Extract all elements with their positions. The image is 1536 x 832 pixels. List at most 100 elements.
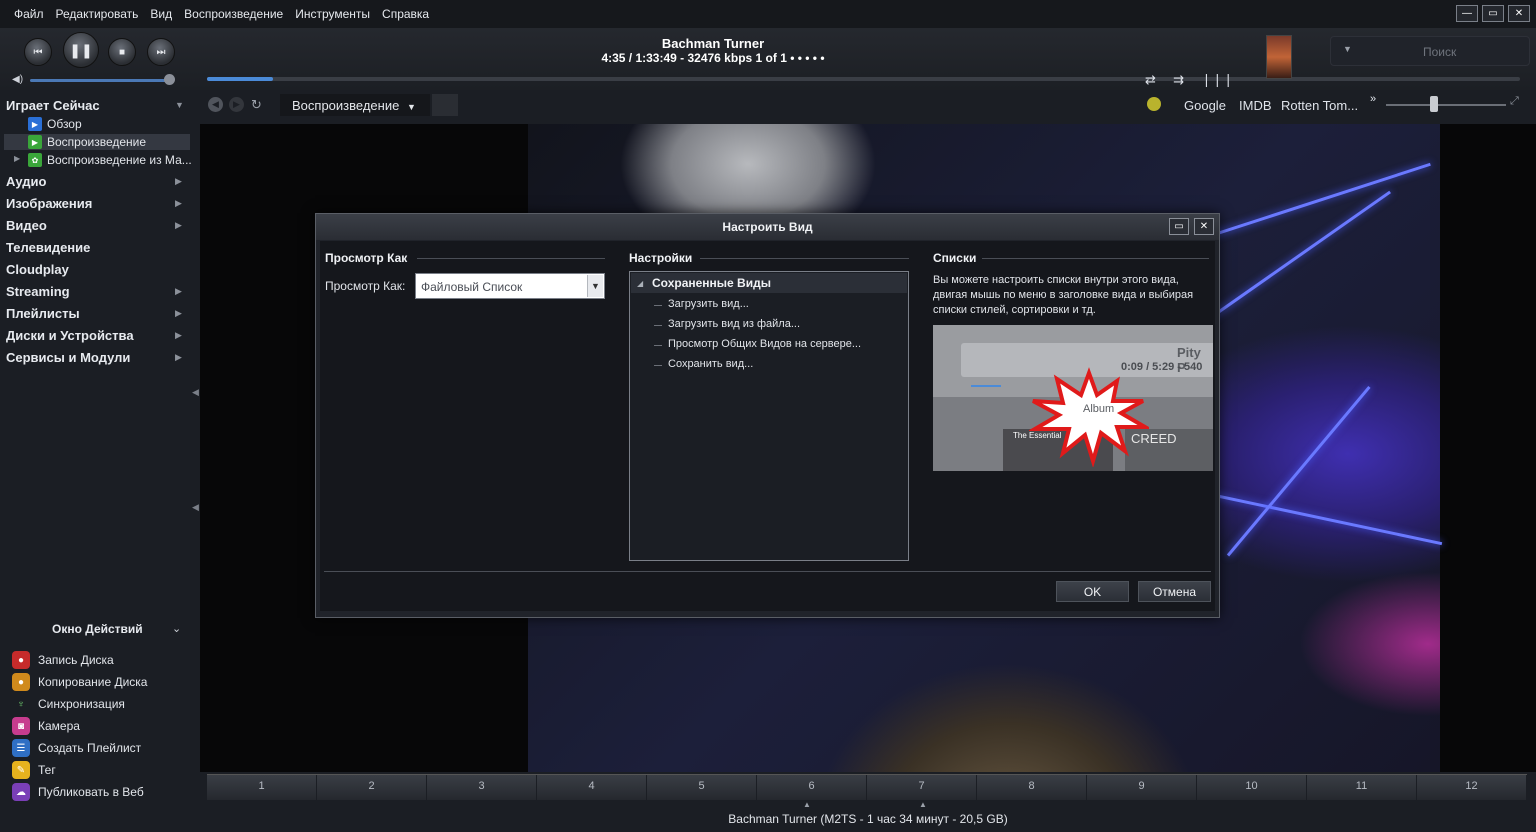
sidebar-item-playback-from[interactable]: ✿ Воспроизведение из Ма...: [28, 153, 192, 167]
action-copy-disc[interactable]: ● Копирование Диска: [12, 673, 147, 691]
chapter-marker[interactable]: 1: [207, 775, 317, 800]
equalizer-icon[interactable]: ❘❘❘: [1201, 72, 1234, 88]
saved-views-node[interactable]: ◢ Сохраненные Виды: [631, 273, 907, 293]
browse-shared-views-item[interactable]: Просмотр Общих Видов на сервере...: [668, 338, 861, 350]
status-dot-icon[interactable]: [1147, 97, 1161, 111]
dialog-separator: [324, 571, 1211, 572]
menu-playback[interactable]: Воспроизведение: [184, 7, 283, 21]
refresh-icon[interactable]: ↻: [249, 97, 264, 112]
chapter-marker[interactable]: 12: [1417, 775, 1527, 800]
volume-icon: ◀): [12, 74, 24, 85]
sidebar-item-playlists[interactable]: Плейлисты: [6, 306, 80, 321]
volume-knob[interactable]: [164, 74, 175, 85]
view-tab-label: Воспроизведение: [292, 98, 400, 113]
stop-button[interactable]: ■: [108, 38, 136, 66]
sidebar-item-playback[interactable]: ▶ Воспроизведение: [28, 135, 146, 149]
action-sync[interactable]: ♆ Синхронизация: [12, 695, 125, 713]
sidebar-item-tv[interactable]: Телевидение: [6, 240, 90, 255]
album-art-thumbnail[interactable]: [1266, 35, 1292, 79]
link-rotten-tomatoes[interactable]: Rotten Tom...: [1281, 98, 1358, 113]
collapse-actions-icon[interactable]: ◀: [192, 502, 199, 513]
forward-icon[interactable]: ▶: [229, 97, 244, 112]
next-button[interactable]: ⏭: [147, 38, 175, 66]
expand-triangle-icon[interactable]: ◢: [637, 279, 643, 288]
load-view-from-file-item[interactable]: Загрузить вид из файла...: [668, 318, 800, 330]
action-label: Тег: [38, 763, 56, 777]
repeat-icon[interactable]: ⇄: [1145, 72, 1156, 88]
volume-slider[interactable]: [30, 79, 172, 82]
sidebar-item-audio[interactable]: Аудио: [6, 174, 46, 189]
menu-edit[interactable]: Редактировать: [56, 7, 139, 21]
menu-file[interactable]: Файл: [14, 7, 44, 21]
chapter-marker[interactable]: 8: [977, 775, 1087, 800]
action-tag[interactable]: ✎ Тег: [12, 761, 56, 779]
ok-button[interactable]: OK: [1056, 581, 1129, 602]
chapter-marker[interactable]: 9: [1087, 775, 1197, 800]
menu-view[interactable]: Вид: [150, 7, 172, 21]
back-icon[interactable]: ◀: [208, 97, 223, 112]
expand-icon[interactable]: ⤢: [1510, 95, 1519, 108]
load-view-item[interactable]: Загрузить вид...: [668, 298, 749, 310]
collapse-sidebar-icon[interactable]: ◀: [192, 387, 199, 398]
chevron-right-icon[interactable]: ▶: [14, 154, 20, 163]
preview-progress: [971, 385, 1001, 387]
sidebar-item-streaming[interactable]: Streaming: [6, 284, 70, 299]
action-burn-disc[interactable]: ● Запись Диска: [12, 651, 114, 669]
sidebar-item-images[interactable]: Изображения: [6, 196, 92, 211]
settings-tree: ◢ Сохраненные Виды Загрузить вид... Загр…: [629, 271, 909, 561]
action-camera[interactable]: ◙ Камера: [12, 717, 80, 735]
chapter-marker[interactable]: 7: [867, 775, 977, 800]
chapter-marker[interactable]: 6: [757, 775, 867, 800]
search-dropdown-icon[interactable]: ▼: [1343, 44, 1352, 54]
menu-help[interactable]: Справка: [382, 7, 429, 21]
action-create-playlist[interactable]: ☰ Создать Плейлист: [12, 739, 141, 757]
minimize-button[interactable]: —: [1456, 5, 1478, 22]
sidebar-item-drives[interactable]: Диски и Устройства: [6, 328, 134, 343]
sidebar-item-label: Обзор: [47, 117, 82, 131]
stop-icon: ■: [118, 46, 126, 58]
save-view-item[interactable]: Сохранить вид...: [668, 358, 753, 370]
sidebar-item-video[interactable]: Видео: [6, 218, 47, 233]
menu-tools[interactable]: Инструменты: [295, 7, 370, 21]
chevron-down-icon[interactable]: ▼: [175, 100, 184, 110]
chapter-marker[interactable]: 4: [537, 775, 647, 800]
chevron-right-icon[interactable]: ▶: [175, 352, 182, 363]
link-google[interactable]: Google: [1184, 98, 1226, 113]
view-tab[interactable]: Воспроизведение ▼: [280, 94, 430, 116]
previous-button[interactable]: ⏮: [24, 38, 52, 66]
chevron-right-icon[interactable]: ▶: [175, 308, 182, 319]
chevron-right-icon[interactable]: ▶: [175, 176, 182, 187]
cancel-button[interactable]: Отмена: [1138, 581, 1211, 602]
chevron-right-icon[interactable]: ▶: [175, 220, 182, 231]
link-imdb[interactable]: IMDB: [1239, 98, 1272, 113]
chapter-marker[interactable]: 2: [317, 775, 427, 800]
view-tab-extra[interactable]: [432, 94, 458, 116]
dialog-close-button[interactable]: ✕: [1194, 218, 1214, 235]
action-publish-web[interactable]: ☁ Публиковать в Веб: [12, 783, 144, 801]
shuffle-icon[interactable]: ⇉: [1173, 72, 1184, 88]
chevron-down-icon[interactable]: ⌄: [172, 622, 181, 635]
close-window-button[interactable]: ✕: [1508, 5, 1530, 22]
chevron-right-icon[interactable]: ▶: [175, 198, 182, 209]
chapter-marker[interactable]: 5: [647, 775, 757, 800]
sidebar-item-cloudplay[interactable]: Cloudplay: [6, 262, 69, 277]
chevron-down-icon[interactable]: ▼: [587, 275, 603, 297]
zoom-slider[interactable]: [1386, 104, 1506, 106]
maximize-button[interactable]: ▭: [1482, 5, 1504, 22]
view-as-select[interactable]: Файловый Список ▼: [415, 273, 605, 299]
chapter-marker[interactable]: 11: [1307, 775, 1417, 800]
sidebar-item-overview[interactable]: ▶ Обзор: [28, 117, 82, 131]
zoom-knob[interactable]: [1430, 96, 1438, 112]
chapter-marker[interactable]: 10: [1197, 775, 1307, 800]
sidebar-playing-now[interactable]: Играет Сейчас: [6, 98, 100, 113]
dialog-maximize-button[interactable]: ▭: [1169, 218, 1189, 235]
chapter-marker[interactable]: 3: [427, 775, 537, 800]
more-links-icon[interactable]: »: [1370, 93, 1376, 105]
search-box[interactable]: ▼ Поиск: [1330, 36, 1530, 66]
publish-web-icon: ☁: [12, 783, 30, 801]
chevron-right-icon[interactable]: ▶: [175, 330, 182, 341]
chevron-right-icon[interactable]: ▶: [175, 286, 182, 297]
seek-bar[interactable]: [207, 77, 1520, 81]
sidebar-item-services[interactable]: Сервисы и Модули: [6, 350, 130, 365]
pause-button[interactable]: ❚❚: [63, 32, 99, 68]
